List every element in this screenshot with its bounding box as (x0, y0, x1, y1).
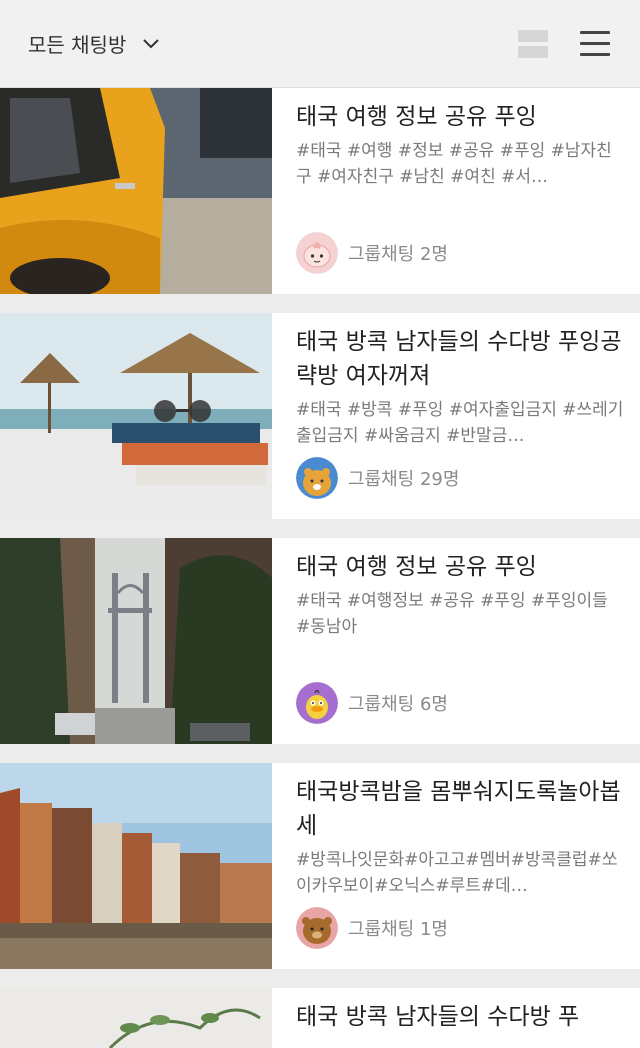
bear-avatar-icon (296, 907, 338, 949)
peach-avatar-icon (296, 232, 338, 274)
chatroom-tags: #방콕나잇문화#아고고#멤버#방콕클럽#쏘이카우보이#오닉스#루트#데… (296, 850, 618, 896)
chatroom-member-count: 그룹채팅 29명 (348, 469, 460, 490)
chatroom-item[interactable]: 태국 여행 정보 공유 푸잉 #태국 #여행 #정보 #공유 #푸잉 #남자친구… (0, 88, 640, 294)
chatroom-filter-dropdown[interactable]: 모든 채팅방 (28, 29, 160, 58)
chatroom-item[interactable]: 태국방콕밤을 몸뿌숴지도록놀아봅세 #방콕나잇문화#아고고#멤버#방콕클럽#쏘이… (0, 763, 640, 969)
chatroom-member-count: 그룹채팅 2명 (348, 244, 448, 265)
chatroom-tags: #태국 #여행 #정보 #공유 #푸잉 #남자친구 #여자친구 #남친 #여친 … (296, 141, 612, 187)
chatroom-title: 태국 여행 정보 공유 푸잉 (296, 554, 537, 580)
filter-label: 모든 채팅방 (28, 33, 127, 57)
chatroom-list: 태국 여행 정보 공유 푸잉 #태국 #여행 #정보 #공유 #푸잉 #남자친구… (0, 88, 640, 1048)
chatroom-thumbnail (0, 538, 272, 744)
chatroom-tags: #태국 #방콕 #푸잉 #여자출입금지 #쓰레기출입금지 #싸움금지 #반말금… (296, 400, 624, 446)
chatroom-tags: #태국 #여행정보 #공유 #푸잉 #푸잉이들 #동남아 (296, 591, 608, 637)
menu-icon[interactable] (580, 31, 610, 56)
chatroom-title: 태국 여행 정보 공유 푸잉 (296, 104, 537, 130)
chatroom-thumbnail (0, 313, 272, 519)
chatroom-item[interactable]: 태국 여행 정보 공유 푸잉 #태국 #여행정보 #공유 #푸잉 #푸잉이들 #… (0, 538, 640, 744)
chatroom-thumbnail (0, 988, 272, 1048)
chatroom-item[interactable]: 태국 방콕 남자들의 수다방 푸 (0, 988, 640, 1048)
chatroom-title: 태국방콕밤을 몸뿌숴지도록놀아봅세 (296, 779, 621, 839)
chatroom-thumbnail (0, 763, 272, 969)
chatroom-item[interactable]: 태국 방콕 남자들의 수다방 푸잉공략방 여자꺼져 #태국 #방콕 #푸잉 #여… (0, 313, 640, 519)
chevron-down-icon (143, 38, 160, 48)
chatroom-member-count: 그룹채팅 6명 (348, 694, 448, 715)
lion-avatar-icon (296, 457, 338, 499)
grid-view-icon[interactable] (518, 29, 548, 58)
duck-avatar-icon (296, 682, 338, 724)
chatroom-thumbnail (0, 88, 272, 294)
chatroom-title: 태국 방콕 남자들의 수다방 푸잉공략방 여자꺼져 (296, 329, 622, 389)
chatroom-member-count: 그룹채팅 1명 (348, 919, 448, 940)
top-bar: 모든 채팅방 (0, 0, 640, 88)
chatroom-title: 태국 방콕 남자들의 수다방 푸 (296, 1004, 580, 1030)
